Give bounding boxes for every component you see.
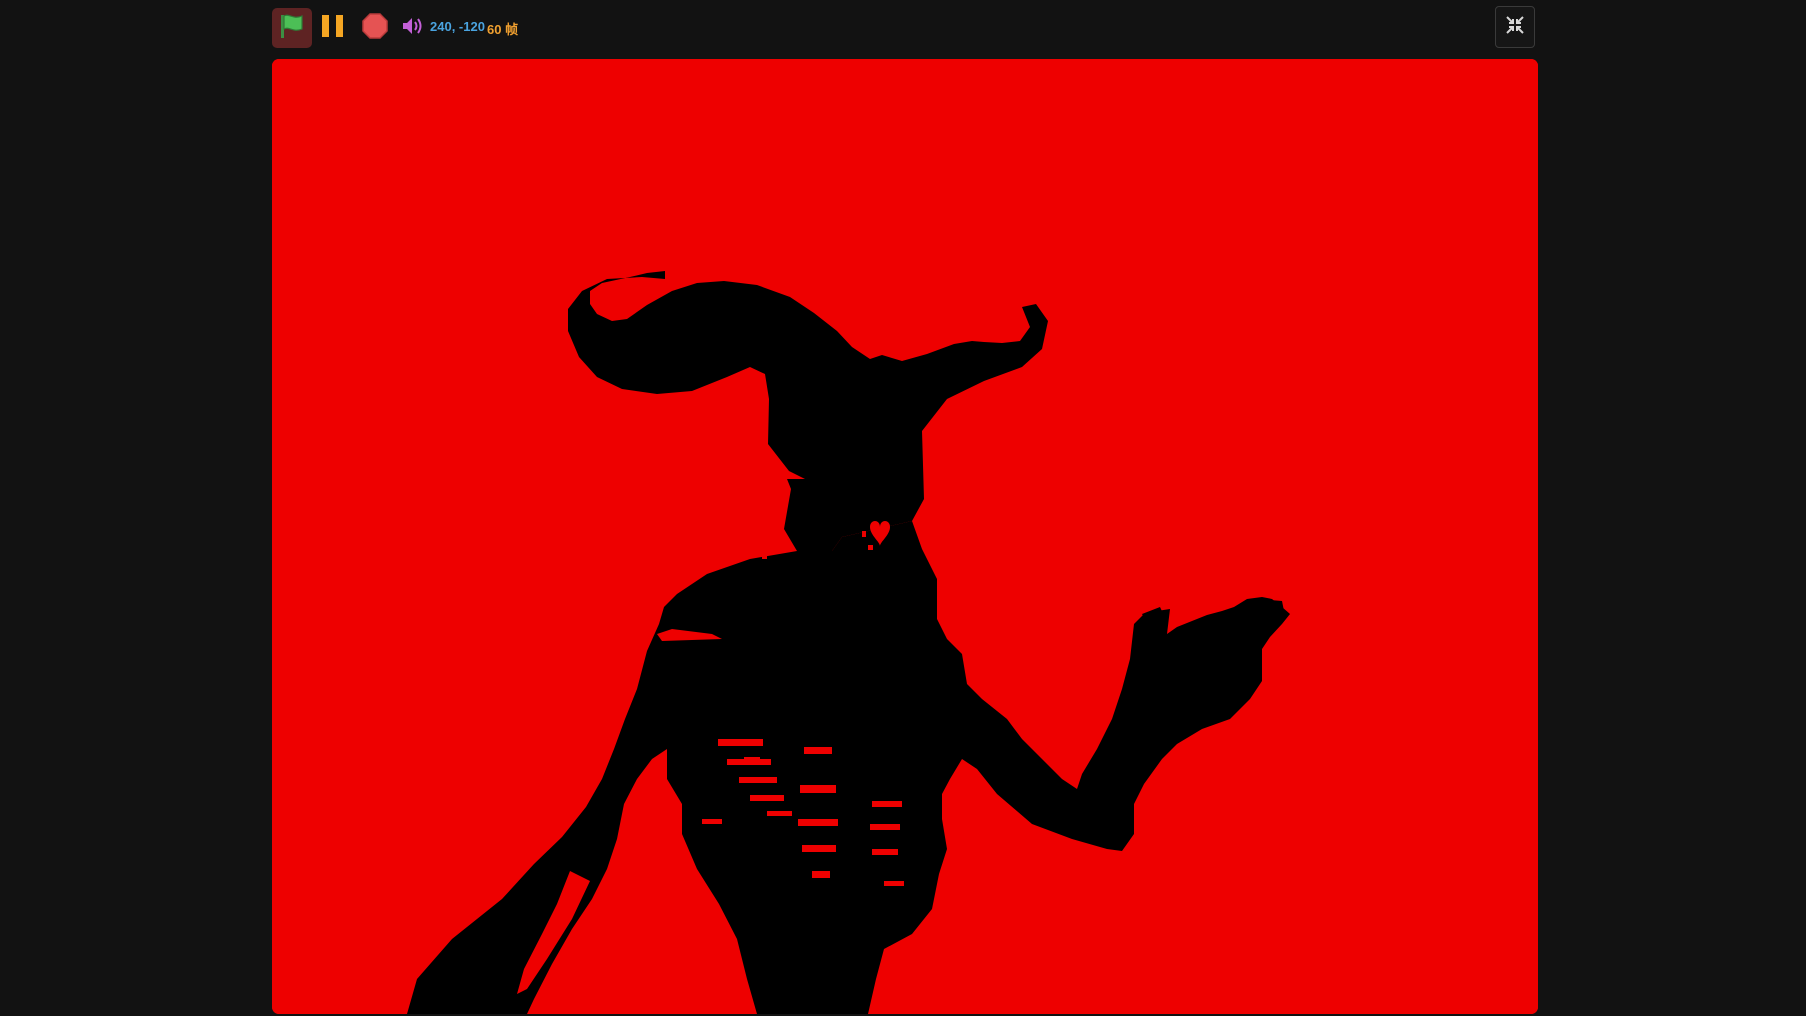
player-toolbar: 240, -120 60 帧 (272, 6, 1538, 50)
green-flag-icon (278, 12, 306, 45)
exit-fullscreen-button[interactable] (1495, 6, 1535, 48)
stop-button[interactable] (356, 8, 394, 48)
green-flag-button[interactable] (272, 8, 312, 48)
sound-toggle-button[interactable] (396, 8, 430, 48)
stage-canvas (272, 59, 1538, 1014)
speaker-icon (400, 13, 426, 44)
mouse-coordinates: 240, -120 (430, 19, 485, 34)
exit-fullscreen-icon (1504, 14, 1526, 41)
game-stage[interactable] (272, 59, 1538, 1014)
pause-button[interactable] (316, 8, 350, 48)
stop-sign-icon (361, 12, 389, 45)
pause-icon (319, 12, 347, 45)
fps-counter: 60 帧 (487, 22, 519, 37)
